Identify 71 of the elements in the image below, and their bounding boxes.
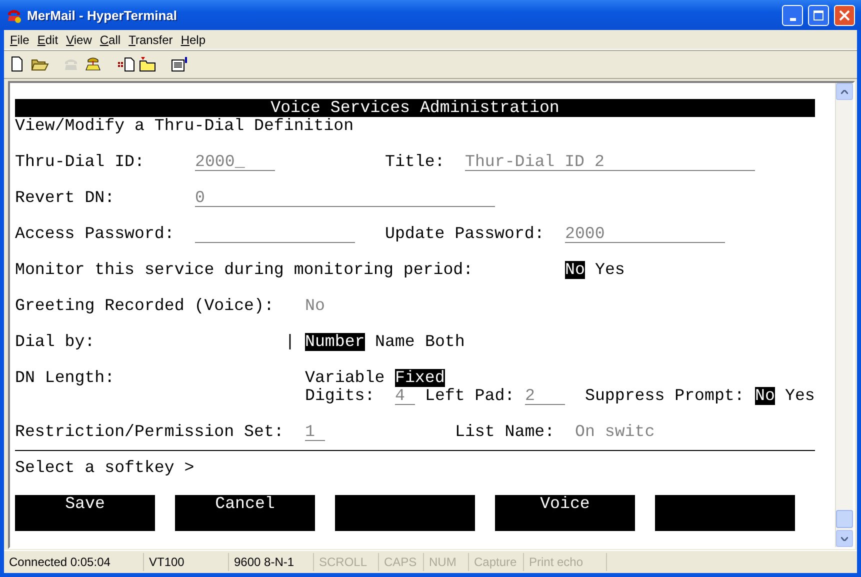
status-panel: Print echo (524, 553, 607, 571)
option-choice[interactable]: Fixed (395, 369, 445, 387)
status-panel: SCROLL (314, 553, 379, 571)
menu-item[interactable]: View (62, 32, 96, 46)
menu-item[interactable]: File (6, 32, 34, 46)
field-label: Restriction/Permission Set: (15, 423, 285, 441)
field-label: Left Pad: (425, 387, 515, 405)
menu-item[interactable]: Call (96, 32, 125, 46)
option-choice[interactable]: Number (305, 333, 365, 351)
input-field[interactable]: 1 (305, 423, 325, 441)
input-field[interactable]: 2000_ (195, 153, 275, 171)
scroll-up-button[interactable] (836, 83, 853, 100)
field-label: Monitor this service during monitoring period: (15, 261, 474, 279)
field-label: DN Length: (15, 369, 115, 387)
receive-file-icon (139, 56, 157, 72)
option-choice[interactable]: Variable (305, 369, 385, 387)
option-choice[interactable]: Both (425, 333, 465, 351)
input-field[interactable]: 2000 (565, 225, 725, 243)
menu-item[interactable]: Edit (33, 32, 62, 46)
caret-down-icon (841, 536, 848, 540)
option-choice[interactable]: No (565, 261, 585, 279)
minimize-button[interactable] (782, 4, 803, 26)
status-panel: NUM (424, 553, 469, 571)
field-label: Dial by: (15, 333, 95, 351)
field-value: No (305, 297, 325, 315)
command-prompt: Select a softkey > (15, 459, 196, 477)
field-label: Digits: (305, 387, 375, 405)
pipe-character: | (285, 333, 295, 351)
phone-icon (85, 56, 101, 72)
field-label: Suppress Prompt: (585, 387, 745, 405)
scroll-down-button[interactable] (836, 530, 853, 547)
close-button[interactable] (834, 4, 855, 26)
field-value: On switc (575, 423, 655, 441)
field-label: Access Password: (15, 225, 175, 243)
status-panel: Capture (469, 553, 524, 571)
input-field[interactable]: 2 (525, 387, 565, 405)
status-panel: Connected 0:05:04 (4, 553, 144, 571)
screen-header: Voice Services Administration (15, 99, 815, 117)
option-choice[interactable]: No (755, 387, 775, 405)
minimize-icon (790, 18, 796, 20)
status-panel: VT100 (144, 553, 229, 571)
send-file-icon (117, 56, 135, 72)
field-label: Thru-Dial ID: (15, 153, 145, 171)
softkey-button[interactable]: Save (15, 495, 155, 531)
new-document-icon (9, 56, 25, 72)
field-label: List Name: (455, 423, 555, 441)
menu-item[interactable]: Transfer (124, 32, 177, 46)
status-panel: 9600 8-N-1 (229, 553, 314, 571)
field-label: Revert DN: (15, 189, 115, 207)
input-field[interactable]: 4 (395, 387, 415, 405)
properties-icon (171, 56, 189, 72)
softkey-button[interactable]: Cancel (175, 495, 315, 531)
window-title: MerMail - HyperTerminal (27, 8, 178, 22)
maximize-icon (813, 10, 824, 20)
field-label: Update Password: (385, 225, 545, 243)
close-icon (839, 10, 850, 20)
menu-item[interactable]: Help (176, 32, 210, 46)
screen-subtitle: View/Modify a Thru-Dial Definition (15, 117, 355, 135)
option-choice[interactable]: Yes (785, 387, 815, 405)
softkey-button[interactable]: Voice (495, 495, 635, 531)
option-choice[interactable]: Name (375, 333, 415, 351)
caret-up-icon (841, 90, 848, 94)
scroll-thumb[interactable] (836, 510, 853, 528)
field-label: Title: (385, 153, 445, 171)
option-choice[interactable]: Yes (595, 261, 625, 279)
phone-icon (6, 7, 22, 23)
field-label: Greeting Recorded (Voice): (15, 297, 275, 315)
input-field[interactable]: 0 (195, 189, 495, 207)
status-panel: CAPS (379, 553, 424, 571)
input-field[interactable]: Thur-Dial ID 2 (465, 153, 755, 171)
maximize-button[interactable] (808, 4, 829, 26)
